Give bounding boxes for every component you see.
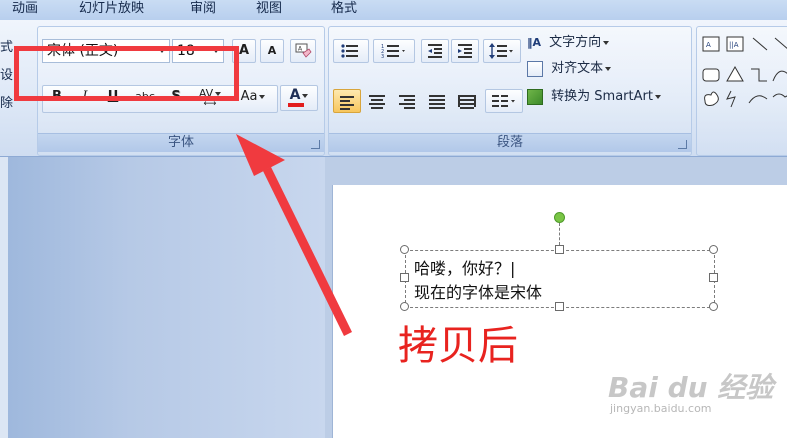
- arrow-head: [236, 134, 285, 176]
- baidu-watermark: Bai du 经验: [608, 371, 774, 404]
- annotation-caption: 拷贝后: [398, 323, 518, 369]
- baidu-watermark-url: jingyan.baidu.com: [610, 402, 712, 415]
- arrow-shaft: [263, 167, 352, 336]
